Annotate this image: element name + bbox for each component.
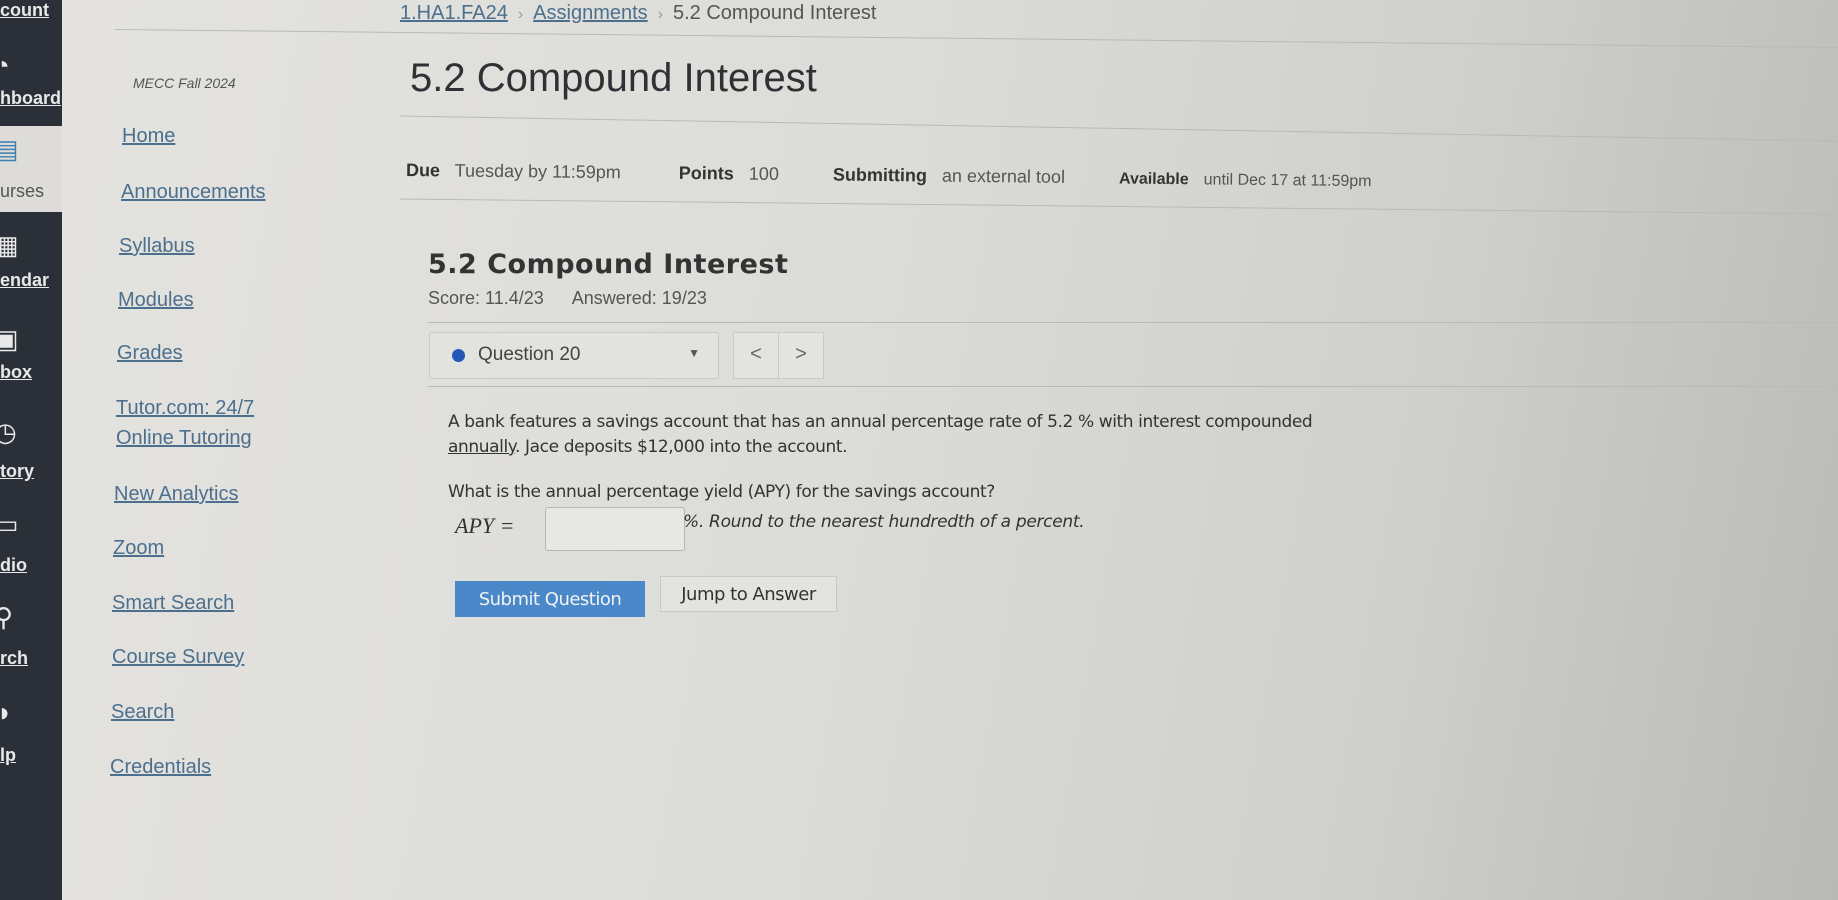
question-select-value: Question 20 — [478, 344, 581, 365]
previous-question-button[interactable]: < — [733, 332, 779, 379]
page-title: 5.2 Compound Interest — [410, 56, 817, 100]
quiz-divider — [428, 322, 1838, 323]
global-nav-courses[interactable]: ▤ urses — [0, 126, 62, 212]
submitting-value: an external tool — [941, 165, 1066, 187]
apy-answer-input[interactable] — [545, 507, 685, 551]
course-nav-tutor[interactable]: Tutor.com: 24/7 — [116, 397, 254, 420]
header-divider — [115, 28, 1838, 49]
course-nav-online-tutoring[interactable]: Online Tutoring — [116, 427, 252, 450]
breadcrumb-separator-icon: › — [517, 6, 524, 23]
courses-icon: ▤ — [0, 134, 19, 164]
assignment-details: Due Tuesday by 11:59pm Points 100 Submit… — [406, 160, 1372, 191]
global-nav-label: lp — [0, 745, 16, 765]
help-icon: ◑ — [0, 697, 10, 727]
question-text-line-1: A bank features a savings account that h… — [448, 412, 1313, 432]
global-nav-label: endar — [0, 270, 50, 290]
score-text: Score: 11.4/23 — [428, 288, 544, 308]
global-nav-history[interactable]: ◷ tory — [0, 413, 62, 485]
course-nav-smart-search[interactable]: Smart Search — [112, 592, 234, 615]
rounding-hint: %. Round to the nearest hundredth of a p… — [683, 512, 1085, 532]
available-label: Available — [1118, 170, 1189, 189]
quiz-title: 5.2 Compound Interest — [428, 249, 789, 280]
global-nav-label: dio — [0, 555, 27, 575]
breadcrumb-assignments[interactable]: Assignments — [533, 2, 648, 24]
answered-text: Answered: 19/23 — [571, 288, 707, 308]
global-nav-inbox[interactable]: ▣ box — [0, 320, 62, 392]
course-nav-course-survey[interactable]: Course Survey — [112, 646, 244, 669]
question-prompt: What is the annual percentage yield (APY… — [448, 482, 995, 502]
course-nav-zoom[interactable]: Zoom — [113, 537, 164, 560]
available-value: until Dec 17 at 11:59pm — [1203, 171, 1372, 191]
global-nav-label: urses — [0, 181, 45, 201]
breadcrumb-current: 5.2 Compound Interest — [673, 2, 877, 24]
details-divider — [400, 198, 1838, 215]
breadcrumb-separator-icon: › — [657, 6, 663, 23]
global-nav-label: tory — [0, 461, 35, 481]
course-nav-syllabus[interactable]: Syllabus — [119, 235, 195, 258]
history-icon: ◷ — [0, 417, 17, 447]
status-dot-icon — [452, 349, 465, 362]
question-select[interactable]: Question 20 ▼ — [429, 332, 719, 379]
course-nav-announcements[interactable]: Announcements — [121, 181, 266, 204]
due-value: Tuesday by 11:59pm — [454, 160, 621, 183]
points-label: Points — [678, 162, 734, 184]
calendar-icon: ▦ — [0, 230, 19, 260]
global-nav-label: rch — [0, 648, 29, 668]
global-nav-studio[interactable]: ▭ dio — [0, 505, 62, 577]
breadcrumb-course[interactable]: 1.HA1.FA24 — [400, 2, 508, 24]
score-summary: Score: 11.4/23 Answered: 19/23 — [428, 288, 707, 309]
question-divider — [428, 386, 1838, 387]
jump-to-answer-button[interactable]: Jump to Answer — [660, 576, 837, 612]
course-nav-grades[interactable]: Grades — [117, 342, 183, 365]
course-term: MECC Fall 2024 — [133, 75, 236, 91]
course-nav-home[interactable]: Home — [122, 125, 175, 148]
dashboard-icon: ◔ — [0, 50, 10, 80]
title-divider — [400, 115, 1838, 142]
global-nav-dashboard[interactable]: ◔ hboard — [0, 42, 62, 114]
global-nav: count ◔ hboard ▤ urses ▦ endar ▣ box ◷ t… — [0, 0, 62, 900]
inbox-icon: ▣ — [0, 324, 19, 354]
caret-down-icon: ▼ — [688, 346, 700, 360]
question-text-line-2: annually. Jace deposits $12,000 into the… — [448, 437, 848, 457]
course-nav-credentials[interactable]: Credentials — [110, 756, 211, 779]
global-nav-calendar[interactable]: ▦ endar — [0, 222, 62, 294]
due-label: Due — [405, 160, 441, 181]
next-question-button[interactable]: > — [778, 332, 824, 379]
submit-question-button[interactable]: Submit Question — [455, 581, 645, 617]
breadcrumb: 1.HA1.FA24 › Assignments › 5.2 Compound Inte… — [400, 2, 876, 25]
underlined-term: annually — [448, 437, 516, 457]
submitting-label: Submitting — [832, 164, 928, 186]
question-text-rest: . Jace deposits $12,000 into the account… — [515, 437, 848, 457]
global-nav-label: box — [0, 362, 33, 382]
global-nav-label: count — [0, 0, 49, 20]
global-nav-help[interactable]: ◑ lp — [0, 693, 62, 765]
studio-icon: ▭ — [0, 509, 19, 539]
apy-label: APY = — [455, 513, 515, 538]
course-nav-new-analytics[interactable]: New Analytics — [114, 483, 239, 506]
points-value: 100 — [748, 163, 780, 184]
global-nav-account[interactable]: count — [0, 0, 62, 28]
course-nav-search[interactable]: Search — [111, 701, 174, 724]
global-nav-search[interactable]: ⚲ rch — [0, 598, 62, 670]
course-nav-modules[interactable]: Modules — [118, 289, 194, 312]
global-nav-label: hboard — [0, 88, 61, 108]
search-icon: ⚲ — [0, 602, 14, 632]
